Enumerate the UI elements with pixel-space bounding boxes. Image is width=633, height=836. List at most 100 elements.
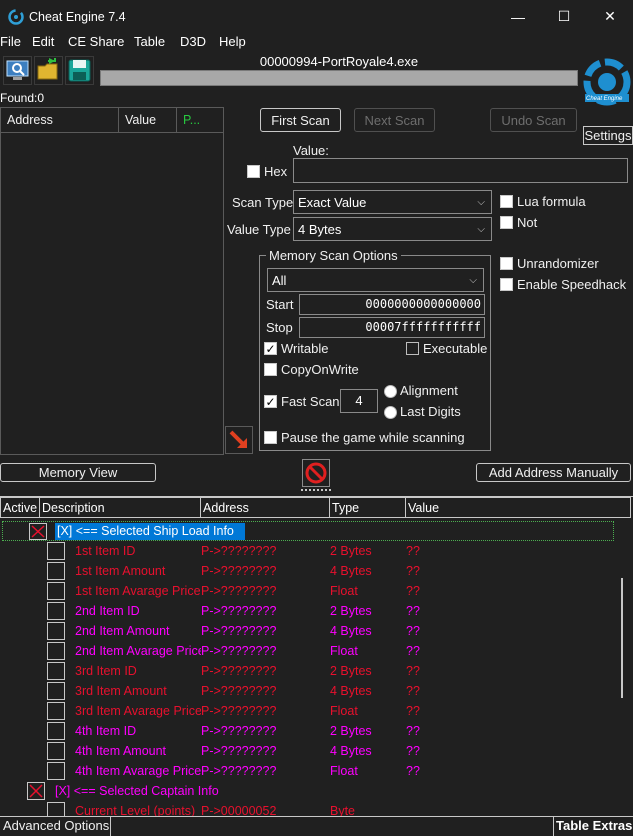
column-address[interactable]: Address (1, 108, 119, 132)
alignment-radio[interactable] (384, 385, 397, 398)
active-checkbox[interactable] (47, 542, 65, 560)
column-previous[interactable]: P... (177, 108, 223, 132)
value-input[interactable] (293, 158, 628, 183)
table-extras-button[interactable]: Table Extras (553, 817, 633, 836)
open-process-icon[interactable] (3, 56, 32, 85)
hex-checkbox[interactable] (247, 165, 260, 178)
not-checkbox[interactable] (500, 216, 513, 229)
table-row[interactable]: 2nd Item Amount P->???????? 4 Bytes?? (0, 621, 600, 641)
table-row[interactable]: Current Level (points) P->00000052 Byte (0, 801, 600, 816)
active-checkbox[interactable] (47, 642, 65, 660)
table-row[interactable]: 1st Item Avarage Price P->???????? Float?? (0, 581, 600, 601)
active-checkbox[interactable] (47, 582, 65, 600)
advanced-options-button[interactable]: Advanced Options (0, 817, 111, 836)
active-checkbox[interactable] (47, 702, 65, 720)
row-value: ?? (406, 744, 420, 758)
splitter-handle[interactable] (301, 489, 331, 492)
column-description[interactable]: Description (40, 497, 201, 518)
table-row[interactable]: 4th Item Avarage Price P->???????? Float?? (0, 761, 600, 781)
open-table-icon[interactable] (34, 56, 63, 85)
writable-checkbox[interactable] (264, 342, 277, 355)
menu-ce-share[interactable]: CE Share (68, 34, 124, 49)
value-type-select[interactable]: 4 Bytes ⌵ (293, 217, 492, 241)
copy-to-table-button[interactable] (225, 426, 253, 454)
menu-help[interactable]: Help (219, 34, 246, 49)
minimize-icon[interactable]: — (495, 0, 541, 33)
stop-address-input[interactable]: 00007fffffffffff (299, 317, 485, 338)
table-row-group-ship-load[interactable]: [X] <== Selected Ship Load Info (2, 521, 614, 541)
column-type[interactable]: Type (330, 497, 406, 518)
active-checkbox[interactable] (47, 662, 65, 680)
table-row[interactable]: 2nd Item ID P->???????? 2 Bytes?? (0, 601, 600, 621)
undo-scan-button[interactable]: Undo Scan (490, 108, 577, 132)
table-row[interactable]: 3rd Item Amount P->???????? 4 Bytes?? (0, 681, 600, 701)
row-description: 4th Item Avarage Price (75, 764, 201, 778)
menu-d3d[interactable]: D3D (180, 34, 206, 49)
group-active-checkbox[interactable] (27, 782, 45, 800)
cheat-engine-icon (8, 9, 24, 25)
first-scan-button[interactable]: First Scan (260, 108, 341, 132)
start-address-input[interactable]: 0000000000000000 (299, 294, 485, 315)
table-row[interactable]: 1st Item ID P->???????? 2 Bytes?? (0, 541, 600, 561)
memory-view-button[interactable]: Memory View (0, 463, 156, 482)
active-checkbox[interactable] (47, 562, 65, 580)
pause-game-checkbox[interactable] (264, 431, 277, 444)
table-row[interactable]: 2nd Item Avarage Price P->???????? Float?? (0, 641, 600, 661)
row-type: 4 Bytes (330, 684, 372, 698)
table-row[interactable]: 4th Item Amount P->???????? 4 Bytes?? (0, 741, 600, 761)
active-checkbox[interactable] (47, 722, 65, 740)
next-scan-button[interactable]: Next Scan (354, 108, 435, 132)
row-value: ?? (406, 704, 420, 718)
table-row[interactable]: 3rd Item Avarage Price P->???????? Float?? (0, 701, 600, 721)
column-value[interactable]: Value (119, 108, 177, 132)
menu-edit[interactable]: Edit (32, 34, 54, 49)
active-checkbox[interactable] (47, 622, 65, 640)
column-value[interactable]: Value (406, 497, 631, 518)
executable-checkbox[interactable] (406, 342, 419, 355)
menu-file[interactable]: File (0, 34, 21, 49)
start-label: Start (266, 297, 294, 312)
table-row-group-captain[interactable]: [X] <== Selected Captain Info (0, 781, 600, 801)
row-type: Float (330, 704, 358, 718)
active-checkbox[interactable] (47, 682, 65, 700)
stop-scan-button[interactable] (302, 459, 330, 487)
scan-type-select[interactable]: Exact Value ⌵ (293, 190, 492, 214)
active-checkbox[interactable] (47, 742, 65, 760)
row-value: ?? (406, 664, 420, 678)
row-type: 4 Bytes (330, 564, 372, 578)
speedhack-checkbox[interactable] (500, 278, 513, 291)
save-icon[interactable] (65, 56, 94, 85)
table-scrollbar[interactable] (621, 578, 623, 698)
unrandomizer-checkbox[interactable] (500, 257, 513, 270)
column-address[interactable]: Address (201, 497, 330, 518)
table-row[interactable]: 1st Item Amount P->???????? 4 Bytes?? (0, 561, 600, 581)
fast-scan-alignment-input[interactable]: 4 (340, 389, 378, 413)
close-icon[interactable]: ✕ (587, 0, 633, 33)
last-digits-radio[interactable] (384, 406, 397, 419)
maximize-icon[interactable]: ☐ (541, 0, 587, 33)
hex-label: Hex (264, 164, 288, 179)
row-value: ?? (406, 684, 420, 698)
row-address: P->???????? (201, 644, 277, 658)
row-address: P->???????? (201, 604, 277, 618)
lua-formula-checkbox[interactable] (500, 195, 513, 208)
settings-button[interactable]: Settings (583, 126, 633, 145)
active-checkbox[interactable] (47, 602, 65, 620)
menu-table[interactable]: Table (134, 34, 165, 49)
fast-scan-checkbox[interactable] (264, 395, 277, 408)
chevron-down-icon: ⌵ (469, 274, 477, 286)
pause-game-label: Pause the game while scanning (281, 430, 465, 445)
table-row[interactable]: 4th Item ID P->???????? 2 Bytes?? (0, 721, 600, 741)
column-active[interactable]: Active (0, 497, 40, 518)
row-description: 4th Item Amount (75, 744, 167, 758)
found-results-list[interactable]: Address Value P... (0, 107, 224, 455)
row-description: 1st Item Avarage Price (75, 584, 201, 598)
row-description: 1st Item Amount (75, 564, 166, 578)
memory-region-select[interactable]: All ⌵ (267, 268, 484, 292)
table-row[interactable]: 3rd Item ID P->???????? 2 Bytes?? (0, 661, 600, 681)
row-value: ?? (406, 544, 420, 558)
group-active-checkbox[interactable] (29, 523, 47, 540)
copy-on-write-checkbox[interactable] (264, 363, 277, 376)
active-checkbox[interactable] (47, 762, 65, 780)
add-address-manually-button[interactable]: Add Address Manually (476, 463, 631, 482)
